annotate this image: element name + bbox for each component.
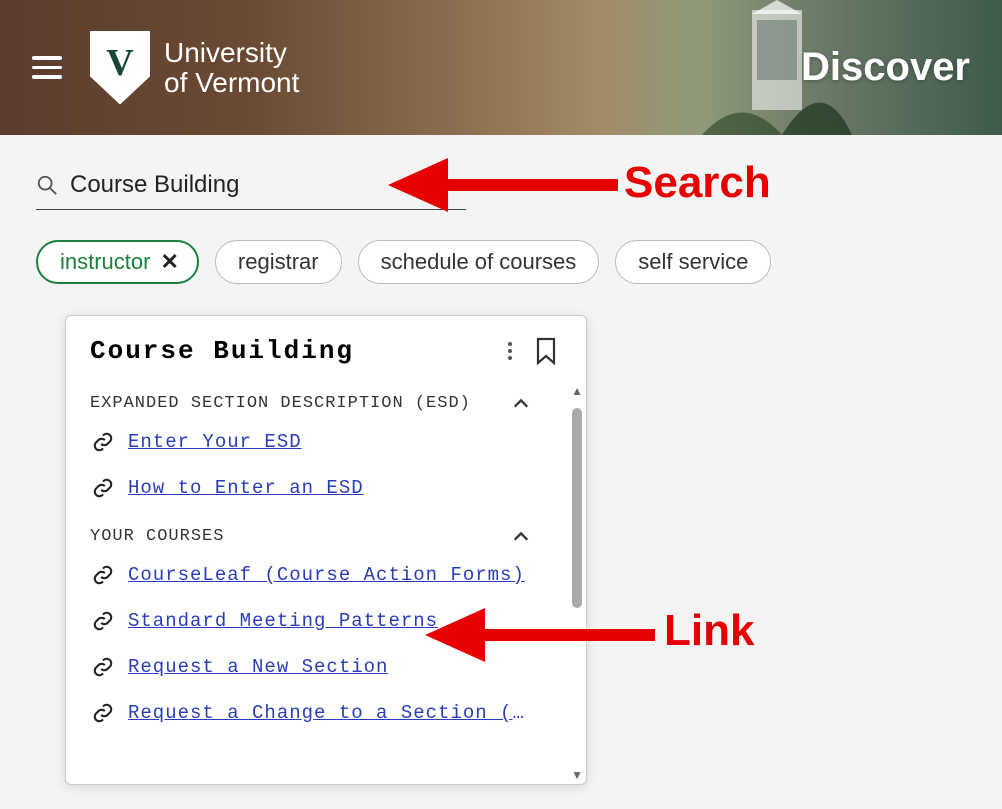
link-icon	[92, 431, 114, 453]
section-header-esd[interactable]: EXPANDED SECTION DESCRIPTION (ESD)	[90, 394, 530, 413]
discover-heading: Discover	[801, 45, 970, 90]
link-row: Enter Your ESD	[92, 431, 530, 453]
chevron-up-icon	[512, 528, 530, 546]
annotation-arrow-search	[388, 150, 618, 220]
uvm-logo[interactable]: V University of Vermont	[90, 31, 299, 105]
search-icon	[36, 174, 58, 196]
annotation-label-search: Search	[624, 158, 771, 208]
section-header-your-courses[interactable]: YOUR COURSES	[90, 527, 530, 546]
link-row: Request a Change to a Section (Time/Day/…	[92, 702, 530, 724]
link-standard-meeting-patterns[interactable]: Standard Meeting Patterns	[128, 610, 438, 632]
course-building-card: Course Building EXPANDED SECTION DESCRIP…	[65, 315, 587, 785]
section-esd: EXPANDED SECTION DESCRIPTION (ESD) Enter…	[90, 394, 576, 499]
annotation-arrow-link	[425, 600, 655, 670]
link-enter-your-esd[interactable]: Enter Your ESD	[128, 431, 302, 453]
link-request-change-section[interactable]: Request a Change to a Section (Time/Day/…	[128, 702, 530, 724]
bookmark-icon[interactable]	[534, 337, 558, 365]
link-icon	[92, 656, 114, 678]
link-row: How to Enter an ESD	[92, 477, 530, 499]
chip-schedule-of-courses[interactable]: schedule of courses	[358, 240, 600, 284]
scroll-down-arrow-icon[interactable]: ▼	[571, 768, 583, 782]
link-icon	[92, 477, 114, 499]
close-icon[interactable]: ✕	[160, 249, 178, 275]
link-request-new-section[interactable]: Request a New Section	[128, 656, 388, 678]
chip-self-service[interactable]: self service	[615, 240, 771, 284]
chip-instructor[interactable]: instructor ✕	[36, 240, 199, 284]
chip-label: schedule of courses	[381, 249, 577, 275]
card-title: Course Building	[90, 336, 508, 366]
chip-label: self service	[638, 249, 748, 275]
section-links-esd: Enter Your ESD How to Enter an ESD	[92, 431, 530, 499]
chevron-up-icon	[512, 395, 530, 413]
header-left: V University of Vermont	[32, 31, 299, 105]
app-header: V University of Vermont Discover	[0, 0, 1002, 135]
section-title: EXPANDED SECTION DESCRIPTION (ESD)	[90, 394, 471, 413]
scroll-up-arrow-icon[interactable]: ▲	[571, 384, 583, 398]
chip-label: instructor	[60, 249, 150, 275]
shield-icon: V	[90, 31, 150, 105]
hamburger-menu-icon[interactable]	[32, 56, 62, 79]
link-icon	[92, 564, 114, 586]
chip-label: registrar	[238, 249, 319, 275]
filter-chips: instructor ✕ registrar schedule of cours…	[36, 240, 966, 284]
annotation-label-link: Link	[664, 606, 754, 656]
link-row: CourseLeaf (Course Action Forms)	[92, 564, 530, 586]
more-menu-icon[interactable]	[508, 342, 512, 360]
chip-registrar[interactable]: registrar	[215, 240, 342, 284]
link-courseleaf[interactable]: CourseLeaf (Course Action Forms)	[128, 564, 525, 586]
card-header: Course Building	[90, 336, 576, 366]
section-title: YOUR COURSES	[90, 527, 224, 546]
link-how-to-enter-an-esd[interactable]: How to Enter an ESD	[128, 477, 364, 499]
university-name: University of Vermont	[164, 38, 299, 97]
scrollbar-thumb[interactable]	[572, 408, 582, 608]
link-icon	[92, 702, 114, 724]
link-icon	[92, 610, 114, 632]
